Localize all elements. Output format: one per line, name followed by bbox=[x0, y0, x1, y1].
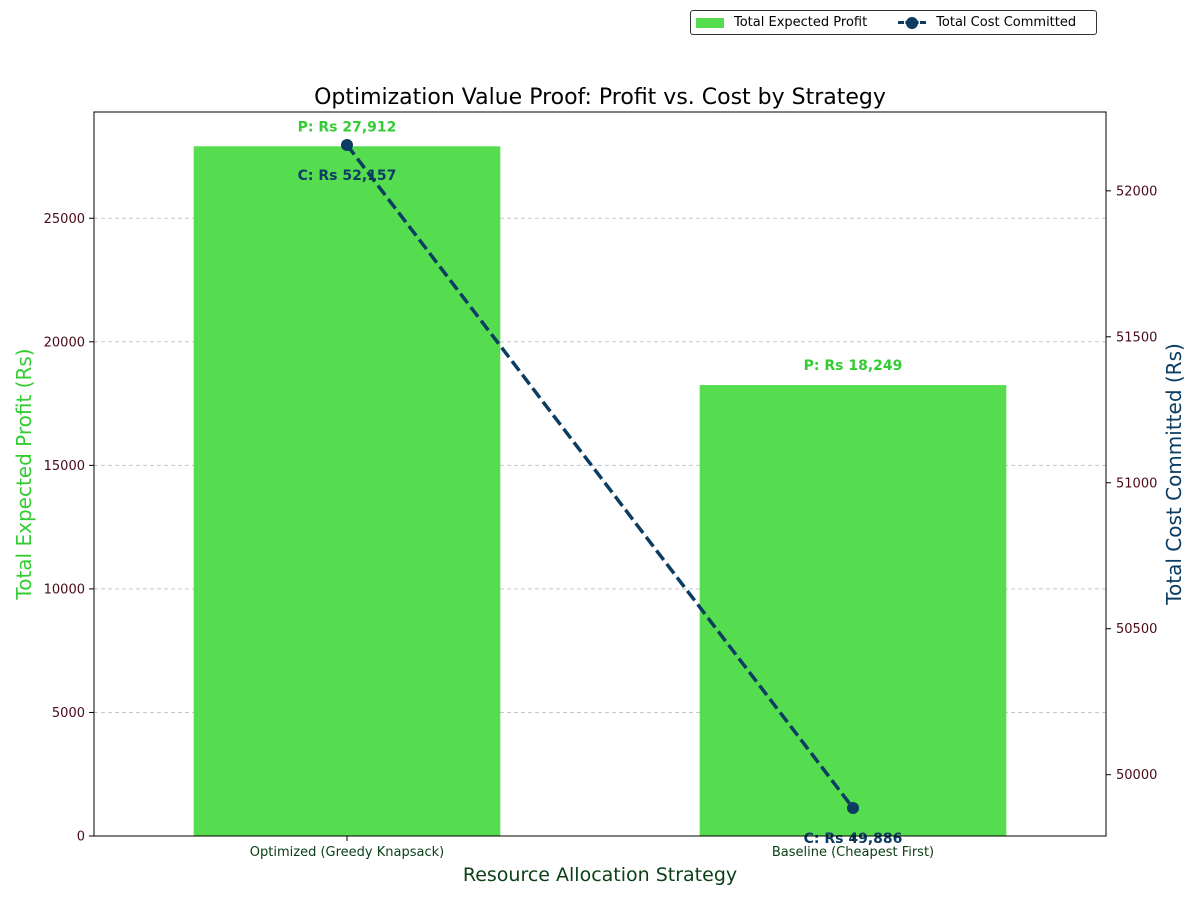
cost-point bbox=[341, 138, 353, 151]
profit-label: P: Rs 27,912 bbox=[298, 119, 397, 135]
chart-title: Optimization Value Proof: Profit vs. Cos… bbox=[314, 85, 886, 110]
x-tick-label: Optimized (Greedy Knapsack) bbox=[250, 845, 444, 860]
bar bbox=[193, 146, 501, 836]
chart: P: Rs 27,912P: Rs 18,249C: Rs 52,157C: R… bbox=[12, 85, 1186, 886]
y2-tick-label: 51500 bbox=[1116, 330, 1157, 345]
cost-point bbox=[847, 801, 859, 814]
y-tick-label: 25000 bbox=[44, 212, 85, 227]
y-tick-label: 20000 bbox=[44, 335, 85, 350]
y-tick-label: 15000 bbox=[44, 459, 85, 474]
y-axis-title: Total Expected Profit (Rs) bbox=[12, 348, 36, 600]
profit-label: P: Rs 18,249 bbox=[804, 358, 903, 374]
y2-tick-label: 51000 bbox=[1116, 476, 1157, 491]
y-tick-label: 10000 bbox=[44, 582, 85, 597]
bar bbox=[699, 385, 1007, 836]
y2-axis-title: Total Cost Committed (Rs) bbox=[1162, 343, 1186, 606]
y2-tick-label: 50500 bbox=[1116, 622, 1157, 637]
y2-tick-label: 52000 bbox=[1116, 184, 1157, 199]
bars bbox=[193, 146, 1007, 836]
y-tick-label: 5000 bbox=[52, 706, 85, 721]
cost-label: C: Rs 52,157 bbox=[298, 168, 397, 184]
y2-tick-label: 50000 bbox=[1116, 768, 1157, 783]
x-axis-title: Resource Allocation Strategy bbox=[463, 864, 737, 886]
x-tick-label: Baseline (Cheapest First) bbox=[772, 845, 934, 860]
y-tick-label: 0 bbox=[77, 830, 85, 845]
